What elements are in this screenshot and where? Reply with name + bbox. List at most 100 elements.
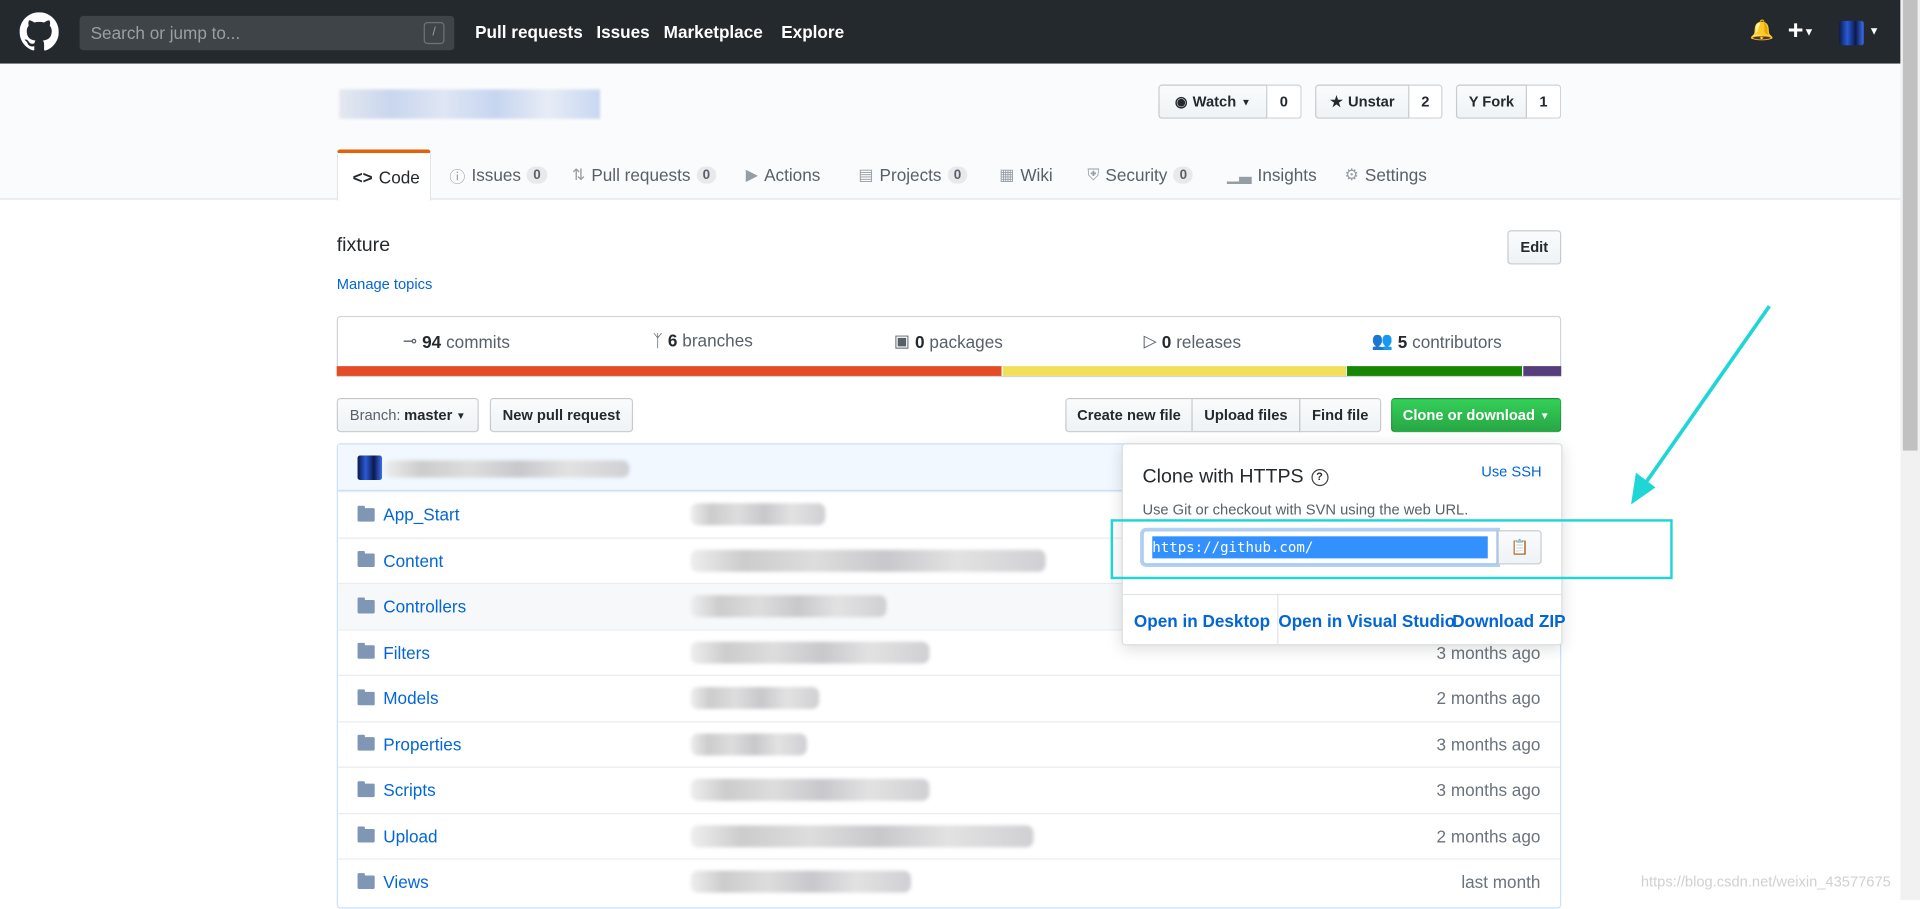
annotation-highlight-box	[1110, 519, 1673, 580]
top-navbar: Search or jump to... / Pull requests Issu…	[0, 0, 1901, 64]
language-bar[interactable]	[336, 366, 1562, 376]
code-icon: <>	[352, 167, 373, 187]
file-name-link[interactable]: Upload	[383, 826, 437, 846]
stat-number: 94	[422, 331, 442, 351]
tab-settings[interactable]: ⚙ Settings	[1330, 149, 1442, 200]
tab-wiki[interactable]: ▦ Wiki	[984, 149, 1067, 200]
committer-avatar[interactable]	[357, 455, 383, 481]
clone-title: Clone with HTTPS	[1142, 466, 1304, 488]
tab-security[interactable]: ⛨ Security 0	[1073, 149, 1208, 200]
commit-message-redacted	[690, 733, 807, 756]
file-name-link[interactable]: Filters	[383, 643, 430, 663]
file-name-link[interactable]: Scripts	[383, 780, 435, 800]
fork-count[interactable]: 1	[1526, 84, 1562, 119]
commit-age: 3 months ago	[1436, 642, 1541, 663]
fork-button[interactable]: Y Fork	[1455, 84, 1527, 119]
language-segment[interactable]	[1345, 366, 1523, 376]
file-row[interactable]: Views last month	[337, 858, 1561, 904]
language-segment[interactable]	[1001, 366, 1346, 376]
tab-issues[interactable]: ⓘ Issues 0	[435, 149, 562, 200]
tab-insights[interactable]: ▁▃ Insights	[1212, 149, 1331, 200]
bell-icon[interactable]: 🔔	[1750, 18, 1774, 42]
contributors-link[interactable]: 👥 5 contributors	[1371, 331, 1501, 352]
file-name-link[interactable]: Models	[383, 688, 438, 708]
open-in-desktop-link[interactable]: Open in Desktop	[1134, 611, 1270, 631]
packages-link[interactable]: ▣ 0 packages	[894, 331, 1003, 352]
tab-pull-requests[interactable]: ⇅ Pull requests 0	[557, 149, 731, 200]
file-row[interactable]: Models 2 months ago	[337, 674, 1561, 721]
download-zip-link[interactable]: Download ZIP	[1452, 611, 1565, 631]
book-icon: ▦	[999, 165, 1015, 184]
file-name-link[interactable]: App_Start	[383, 505, 459, 525]
graph-icon: ▁▃	[1226, 165, 1252, 184]
star-count[interactable]: 2	[1409, 84, 1443, 119]
file-name-link[interactable]: Controllers	[383, 597, 466, 617]
caret-icon: ▼	[1241, 96, 1251, 108]
manage-topics-link[interactable]: Manage topics	[337, 276, 433, 293]
tab-label: Security	[1105, 165, 1168, 185]
stat-label: packages	[929, 331, 1003, 351]
commits-link[interactable]: ⊸ 94 commits	[403, 331, 510, 352]
tab-label: Pull requests	[591, 165, 691, 185]
find-file-button[interactable]: Find file	[1299, 397, 1382, 433]
upload-files-button[interactable]: Upload files	[1191, 397, 1301, 433]
repo-title-redacted	[339, 89, 601, 119]
plus-dropdown-icon[interactable]: +▼	[1788, 15, 1815, 47]
scrollbar[interactable]	[1900, 0, 1920, 901]
branches-link[interactable]: ᛉ 6 branches	[653, 331, 753, 351]
folder-icon	[357, 735, 375, 751]
github-logo-icon[interactable]	[19, 12, 59, 51]
file-row[interactable]: Upload 2 months ago	[337, 812, 1561, 858]
clone-hint: Use Git or checkout with SVN using the w…	[1142, 500, 1469, 518]
caret-icon: ▼	[455, 409, 466, 421]
nav-marketplace[interactable]: Marketplace	[664, 22, 763, 42]
tab-actions[interactable]: ▶ Actions	[731, 149, 835, 200]
tab-label: Issues	[471, 165, 522, 185]
tab-code[interactable]: <> Code	[336, 149, 432, 201]
tab-label: Wiki	[1020, 165, 1053, 185]
stat-label: releases	[1176, 331, 1242, 351]
tab-label: Settings	[1364, 165, 1427, 185]
issue-icon: ⓘ	[449, 167, 466, 186]
branch-prefix: Branch:	[349, 406, 401, 424]
tab-count: 0	[527, 166, 547, 184]
new-pull-request-button[interactable]: New pull request	[489, 397, 634, 433]
language-segment[interactable]	[336, 366, 1002, 376]
folder-icon	[357, 505, 375, 522]
stat-label: contributors	[1412, 331, 1502, 351]
nav-explore[interactable]: Explore	[781, 22, 844, 42]
commit-age: 2 months ago	[1436, 688, 1541, 709]
package-icon: ▣	[893, 330, 911, 351]
branch-select[interactable]: Branch: master ▼	[336, 397, 479, 433]
commit-message-redacted	[690, 687, 820, 710]
file-row[interactable]: Scripts 3 months ago	[337, 766, 1561, 813]
nav-issues[interactable]: Issues	[596, 22, 649, 42]
user-avatar[interactable]	[1839, 20, 1864, 46]
file-name-link[interactable]: Content	[383, 551, 443, 571]
help-icon[interactable]: ?	[1310, 468, 1329, 487]
watch-button[interactable]: ◉ Watch ▼	[1158, 84, 1268, 119]
edit-button[interactable]: Edit	[1507, 230, 1562, 265]
unstar-button[interactable]: ★ Unstar	[1315, 84, 1410, 119]
scrollbar-thumb[interactable]	[1902, 0, 1918, 451]
releases-link[interactable]: ▷ 0 releases	[1144, 331, 1241, 352]
use-ssh-link[interactable]: Use SSH	[1481, 463, 1541, 480]
tab-projects[interactable]: ▤ Projects 0	[844, 149, 982, 200]
avatar-caret-icon[interactable]: ▼	[1869, 24, 1880, 36]
folder-icon	[357, 643, 375, 660]
commit-icon: ⊸	[402, 330, 418, 351]
file-name-link[interactable]: Properties	[383, 734, 461, 754]
file-name-link[interactable]: Views	[383, 872, 428, 892]
tab-count: 0	[947, 166, 968, 184]
file-row[interactable]: Properties 3 months ago	[337, 720, 1561, 767]
search-input[interactable]: Search or jump to... /	[79, 15, 455, 51]
create-new-file-button[interactable]: Create new file	[1065, 397, 1193, 433]
unstar-label: Unstar	[1348, 93, 1395, 111]
tab-label: Insights	[1257, 165, 1317, 185]
language-segment[interactable]	[1522, 366, 1562, 376]
watch-count[interactable]: 0	[1267, 84, 1302, 119]
branch-icon: ᛉ	[652, 330, 663, 351]
open-in-visual-studio-link[interactable]: Open in Visual Studio	[1278, 611, 1455, 631]
nav-pull-requests[interactable]: Pull requests	[475, 22, 583, 42]
clone-or-download-button[interactable]: Clone or download ▼	[1391, 397, 1562, 433]
